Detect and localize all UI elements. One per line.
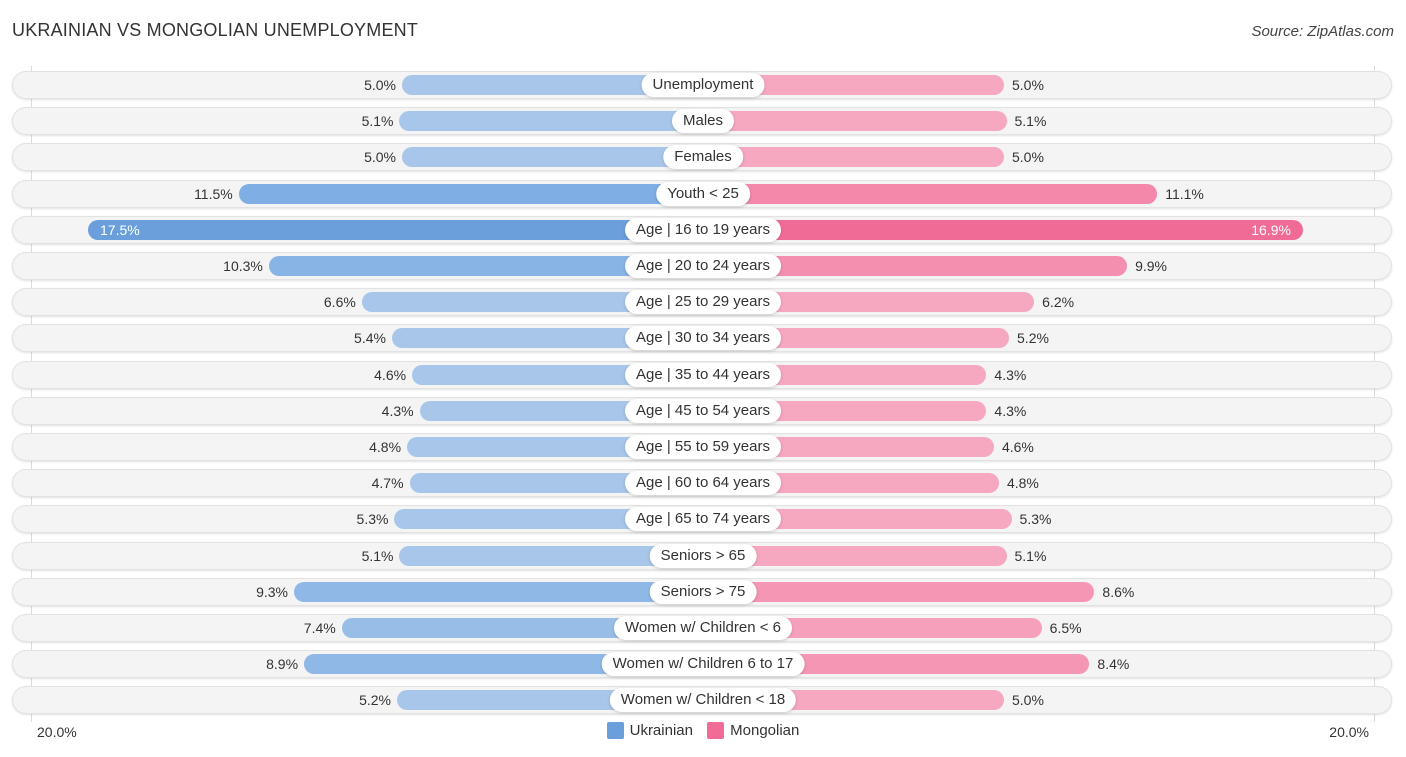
- value-label-mongolian: 5.0%: [1012, 149, 1044, 166]
- value-label-ukrainian: 5.0%: [364, 149, 396, 166]
- value-label-mongolian: 6.5%: [1049, 620, 1082, 636]
- bar-ukrainian: [399, 111, 703, 132]
- value-label-ukrainian: 6.6%: [323, 294, 356, 311]
- legend: Ukrainian Mongolian: [0, 722, 1406, 743]
- value-label-mongolian: 5.0%: [1012, 692, 1044, 709]
- value-label-ukrainian: 5.1%: [361, 113, 394, 130]
- value-label-mongolian: 5.1%: [1014, 113, 1047, 130]
- category-label: Age | 45 to 54 years: [625, 398, 781, 423]
- category-label: Youth < 25: [656, 181, 750, 206]
- value-label-mongolian: 5.2%: [1017, 330, 1049, 347]
- value-label-mongolian: 8.6%: [1102, 583, 1135, 600]
- value-label-mongolian: 6.2%: [1042, 294, 1075, 311]
- bar-mongolian: [703, 111, 1007, 132]
- bar-mongolian: [703, 219, 1303, 240]
- value-label-ukrainian: 4.7%: [371, 475, 404, 492]
- value-label-ukrainian: 11.5%: [194, 185, 233, 202]
- bar-mongolian: [703, 183, 1158, 204]
- bar-ukrainian: [88, 219, 703, 240]
- value-label-ukrainian: 7.4%: [303, 620, 336, 636]
- value-label-mongolian: 4.6%: [1001, 439, 1034, 455]
- legend-item-ukrainian[interactable]: Ukrainian: [606, 722, 693, 739]
- legend-swatch-ukrainian: [606, 722, 624, 739]
- value-label-ukrainian: 4.6%: [374, 366, 407, 383]
- value-label-ukrainian: 9.3%: [256, 583, 288, 600]
- value-label-mongolian: 5.0%: [1012, 77, 1044, 93]
- value-label-mongolian: 5.1%: [1014, 547, 1047, 564]
- value-label-mongolian: 9.9%: [1135, 258, 1167, 274]
- value-label-mongolian: 11.1%: [1165, 185, 1204, 202]
- category-label: Seniors > 65: [649, 543, 757, 568]
- category-label: Males: [671, 109, 735, 134]
- bar-ukrainian: [402, 147, 703, 168]
- category-label: Age | 16 to 19 years: [625, 217, 781, 242]
- category-label: Women w/ Children 6 to 17: [601, 652, 805, 677]
- value-label-ukrainian: 5.0%: [364, 77, 396, 93]
- category-label: Age | 35 to 44 years: [625, 362, 781, 387]
- value-label-ukrainian: 5.1%: [361, 547, 394, 564]
- category-label: Females: [663, 145, 743, 170]
- value-label-ukrainian: 4.3%: [381, 402, 414, 419]
- value-label-mongolian: 4.3%: [994, 366, 1027, 383]
- bar-ukrainian: [238, 183, 703, 204]
- value-label-mongolian: 16.9%: [1251, 221, 1291, 238]
- category-label: Age | 60 to 64 years: [625, 471, 781, 496]
- category-label: Age | 30 to 34 years: [625, 326, 781, 351]
- value-label-ukrainian: 8.9%: [266, 656, 299, 673]
- value-label-ukrainian: 17.5%: [100, 221, 140, 238]
- value-label-mongolian: 4.3%: [994, 402, 1027, 419]
- legend-swatch-mongolian: [707, 722, 725, 739]
- diverging-bar-chart: 5.0% 5.0% Unemployment 5.1% 5.1% Males 5.0% 5.0…: [0, 0, 1406, 757]
- legend-label-ukrainian: Ukrainian: [629, 722, 693, 739]
- category-label: Women w/ Children < 6: [613, 616, 793, 640]
- bar-mongolian: [703, 147, 1004, 168]
- value-label-mongolian: 5.3%: [1019, 511, 1052, 528]
- category-label: Age | 20 to 24 years: [625, 254, 781, 278]
- value-label-ukrainian: 5.3%: [356, 511, 389, 528]
- value-label-ukrainian: 5.4%: [354, 330, 386, 347]
- bar-ukrainian: [293, 581, 703, 602]
- value-label-ukrainian: 10.3%: [223, 258, 263, 274]
- legend-item-mongolian[interactable]: Mongolian: [707, 722, 799, 739]
- category-label: Age | 25 to 29 years: [625, 290, 781, 315]
- category-label: Age | 55 to 59 years: [625, 435, 781, 459]
- legend-label-mongolian: Mongolian: [730, 722, 800, 739]
- value-label-ukrainian: 5.2%: [359, 692, 391, 709]
- value-label-mongolian: 4.8%: [1006, 475, 1039, 492]
- value-label-ukrainian: 4.8%: [369, 439, 402, 455]
- category-label: Age | 65 to 74 years: [625, 507, 781, 532]
- category-label: Women w/ Children < 18: [609, 688, 797, 713]
- bar-mongolian: [703, 581, 1095, 602]
- category-label: Seniors > 75: [649, 579, 757, 604]
- category-label: Unemployment: [641, 73, 765, 97]
- value-label-mongolian: 8.4%: [1097, 656, 1130, 673]
